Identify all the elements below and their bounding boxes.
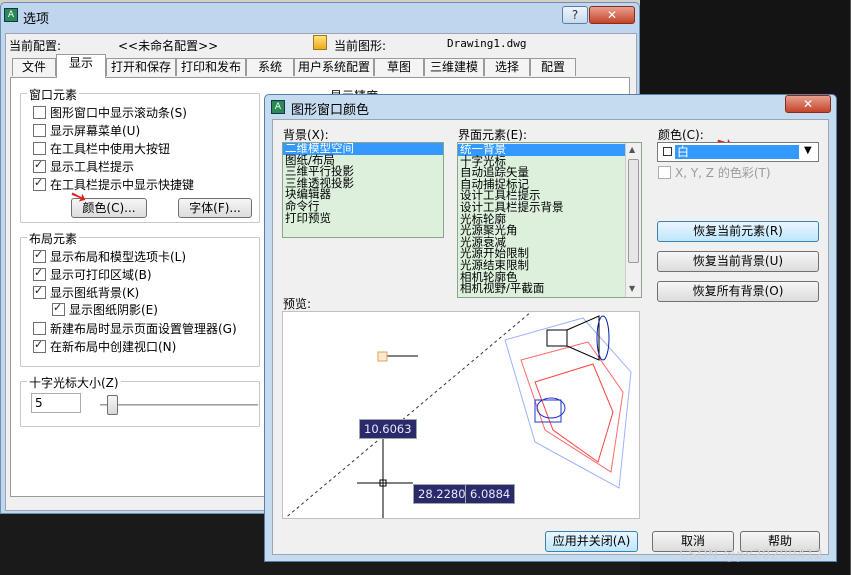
interface-element-label: 界面元素(E): bbox=[458, 128, 527, 142]
tab-selection[interactable]: 选择 bbox=[484, 58, 530, 76]
context-item[interactable]: 打印预览 bbox=[283, 212, 443, 225]
current-drawing-label: 当前图形: bbox=[334, 39, 387, 53]
tab-system[interactable]: 系统 bbox=[246, 58, 294, 76]
current-drawing-value: Drawing1.dwg bbox=[447, 37, 527, 50]
checkbox-label: 图形窗口中显示滚动条(S) bbox=[50, 106, 187, 120]
checkbox-row-scrollbars[interactable]: 图形窗口中显示滚动条(S) bbox=[33, 104, 187, 122]
checkbox-row-shortcut-keys[interactable]: 在工具栏提示中显示快捷键 bbox=[33, 174, 194, 194]
checkbox-tooltips[interactable] bbox=[33, 156, 46, 174]
fonts-button[interactable]: 字体(F)... bbox=[178, 198, 252, 218]
checkbox-row-create-viewport[interactable]: 在新布局中创建视口(N) bbox=[33, 336, 177, 356]
scroll-up-icon[interactable]: ▲ bbox=[629, 145, 635, 154]
preview-label: 预览: bbox=[283, 297, 312, 311]
scroll-thumb[interactable] bbox=[628, 159, 639, 263]
color-label: 颜色(C): bbox=[658, 128, 704, 142]
checkbox-paper-background[interactable] bbox=[33, 282, 46, 300]
checkbox-printable-area[interactable] bbox=[33, 264, 46, 282]
checkbox-scrollbars[interactable] bbox=[33, 106, 46, 119]
tab-drafting[interactable]: 草图 bbox=[374, 58, 424, 76]
tab-3d-modeling[interactable]: 三维建模 bbox=[424, 58, 484, 76]
color-combobox[interactable]: 白 ▼ bbox=[657, 142, 819, 162]
current-profile-value: <<未命名配置>> bbox=[118, 39, 219, 53]
chevron-down-icon[interactable]: ▼ bbox=[804, 145, 812, 156]
crosshair-size-title: 十字光标大小(Z) bbox=[27, 374, 121, 391]
light-hotspot-outline bbox=[534, 363, 614, 463]
checkbox-page-setup-manager[interactable] bbox=[33, 322, 46, 335]
camera-lens bbox=[566, 315, 600, 361]
restore-current-element-button[interactable]: 恢复当前元素(R) bbox=[657, 221, 819, 242]
window-elements-title: 窗口元素 bbox=[27, 86, 80, 103]
checkbox-row-paper-background[interactable]: 显示图纸背景(K) bbox=[33, 282, 140, 302]
checkbox-label: 显示布局和模型选项卡(L) bbox=[50, 250, 187, 264]
checkbox-row-page-setup-manager[interactable]: 新建布局时显示页面设置管理器(G) bbox=[33, 320, 237, 338]
checkbox-label: 显示工具栏提示 bbox=[50, 160, 135, 174]
checkbox-label: 显示图纸阴影(E) bbox=[69, 303, 158, 317]
preview-tooltip-y: 6.0884 bbox=[465, 484, 516, 504]
checkbox-row-layout-tabs[interactable]: 显示布局和模型选项卡(L) bbox=[33, 246, 187, 266]
checkbox-screen-menu[interactable] bbox=[33, 124, 46, 137]
layout-elements-title: 布局元素 bbox=[27, 230, 80, 247]
help-title-button[interactable]: ? bbox=[562, 6, 588, 24]
checkbox-xyz-tint[interactable] bbox=[658, 166, 671, 179]
checkbox-paper-shadow[interactable] bbox=[52, 299, 65, 317]
crosshair-slider-track[interactable] bbox=[100, 404, 258, 406]
context-label: 背景(X): bbox=[283, 128, 329, 142]
interface-list-scrollbar[interactable]: ▲ ▼ bbox=[625, 143, 641, 297]
snap-marker bbox=[377, 351, 388, 362]
checkbox-label: 在工具栏中使用大按钮 bbox=[50, 142, 171, 156]
preview-tooltip-x: 28.2280 bbox=[413, 484, 471, 504]
checkbox-label: 新建布局时显示页面设置管理器(G) bbox=[50, 322, 237, 336]
checkbox-label: 显示可打印区域(B) bbox=[50, 268, 152, 282]
restore-all-contexts-button[interactable]: 恢复所有背景(O) bbox=[657, 281, 819, 302]
tab-display[interactable]: 显示 bbox=[56, 54, 106, 78]
apply-close-button[interactable]: 应用并关闭(A) bbox=[545, 531, 638, 552]
color-selected-value: 白 bbox=[675, 145, 799, 159]
options-dialog-title: 选项 bbox=[23, 12, 50, 27]
preview-tooltip-distance: 10.6063 bbox=[359, 419, 417, 439]
checkbox-create-viewport[interactable] bbox=[33, 336, 46, 354]
app-icon: A bbox=[4, 8, 18, 22]
watermark-text: CSDN @px20200412 bbox=[679, 548, 824, 563]
checkbox-row-large-buttons[interactable]: 在工具栏中使用大按钮 bbox=[33, 140, 170, 158]
drawing-file-icon bbox=[313, 35, 327, 50]
checkbox-label: 在新布局中创建视口(N) bbox=[50, 340, 177, 354]
checkbox-row-printable-area[interactable]: 显示可打印区域(B) bbox=[33, 264, 152, 284]
light-falloff-outline bbox=[520, 341, 624, 473]
current-profile-label: 当前配置: bbox=[9, 39, 62, 53]
checkbox-label: 显示屏幕菜单(U) bbox=[50, 124, 141, 138]
tab-profiles[interactable]: 配置 bbox=[530, 58, 576, 76]
checkbox-layout-tabs[interactable] bbox=[33, 246, 46, 264]
close-colors-dialog-button[interactable]: ✕ bbox=[785, 95, 831, 113]
checkbox-row-paper-shadow[interactable]: 显示图纸阴影(E) bbox=[52, 299, 158, 319]
tab-user-preferences[interactable]: 用户系统配置 bbox=[294, 58, 374, 76]
colors-dialog-title: 图形窗口颜色 bbox=[291, 103, 370, 118]
scroll-down-icon[interactable]: ▼ bbox=[629, 284, 635, 293]
checkbox-label: 显示图纸背景(K) bbox=[50, 286, 140, 300]
crosshair-size-input[interactable]: 5 bbox=[31, 393, 81, 413]
checkbox-row-tooltips[interactable]: 显示工具栏提示 bbox=[33, 156, 135, 176]
checkbox-shortcut-keys[interactable] bbox=[33, 174, 46, 192]
camera-body bbox=[546, 329, 568, 347]
close-options-button[interactable]: ✕ bbox=[589, 6, 635, 24]
checkbox-label: X, Y, Z 的色彩(T) bbox=[675, 166, 771, 180]
checkbox-row-xyz-tint[interactable]: X, Y, Z 的色彩(T) bbox=[658, 164, 771, 182]
tab-open-save[interactable]: 打开和保存 bbox=[106, 58, 176, 76]
interface-element-list[interactable]: 统一背景 十字光标 自动追踪矢量 自动捕捉标记 设计工具栏提示 设计工具栏提示背… bbox=[457, 142, 642, 298]
tab-plot-publish[interactable]: 打印和发布 bbox=[176, 58, 246, 76]
context-list[interactable]: 二维模型空间 图纸/布局 三维平行投影 三维透视投影 块编辑器 命令行 打印预览 bbox=[282, 142, 444, 238]
app-icon: A bbox=[271, 100, 285, 114]
crosshair-slider-thumb[interactable] bbox=[107, 395, 119, 415]
color-swatch-icon bbox=[663, 147, 672, 156]
tab-files[interactable]: 文件 bbox=[12, 58, 56, 76]
interface-item[interactable]: 相机视野/平截面 bbox=[458, 283, 625, 295]
checkbox-large-buttons[interactable] bbox=[33, 142, 46, 155]
restore-current-context-button[interactable]: 恢复当前背景(U) bbox=[657, 251, 819, 272]
checkbox-row-screen-menu[interactable]: 显示屏幕菜单(U) bbox=[33, 122, 140, 140]
